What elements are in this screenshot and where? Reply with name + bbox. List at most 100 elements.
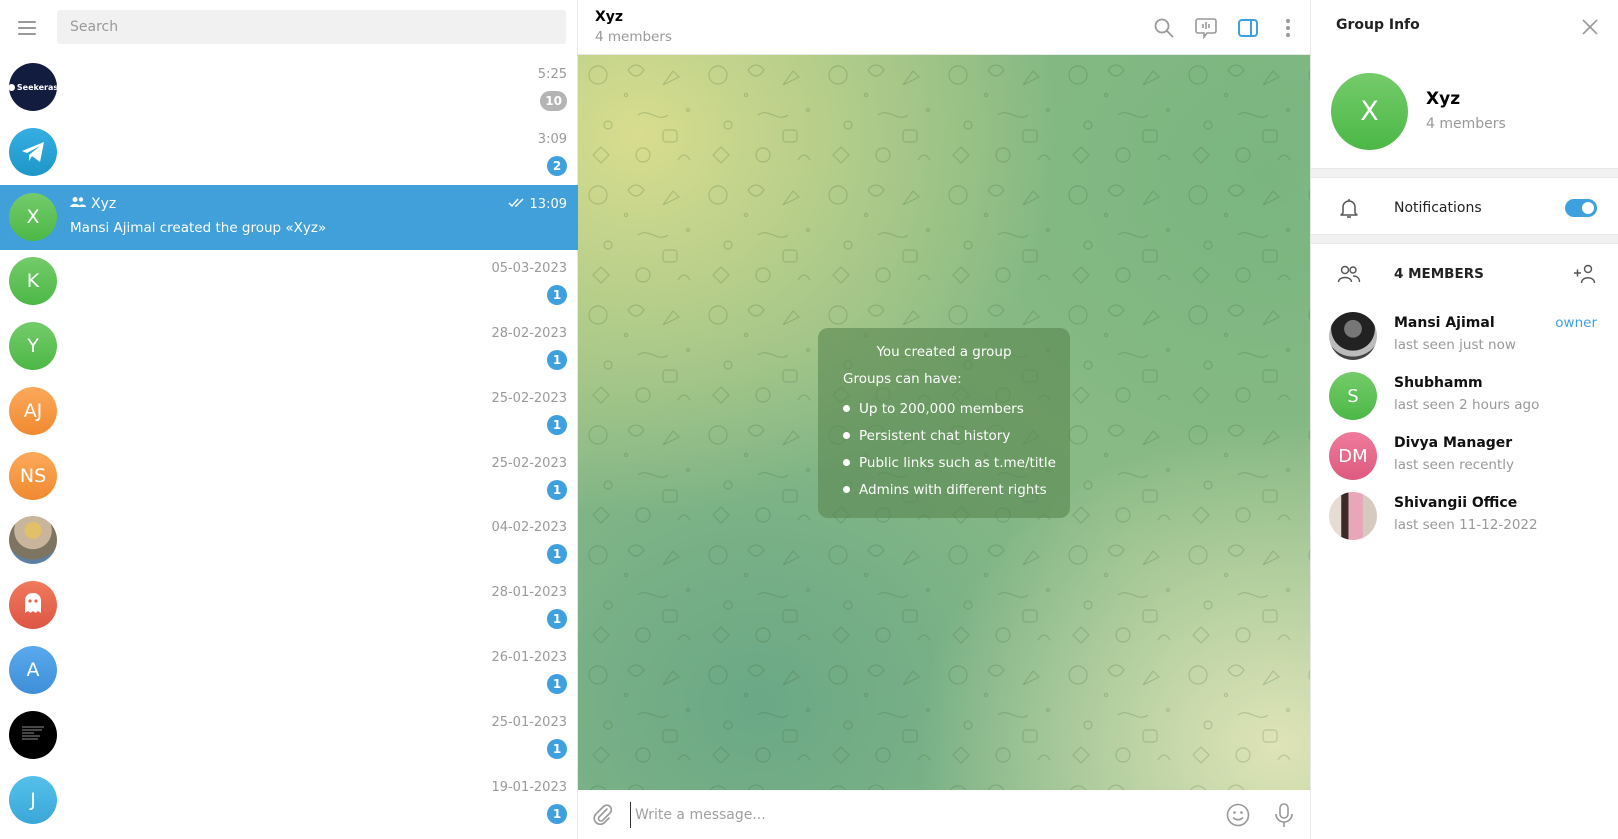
attach-paperclip-icon[interactable]: [590, 802, 616, 828]
chat-list-item[interactable]: Seekeras 5:25 10: [0, 55, 578, 120]
unread-badge: 1: [547, 674, 567, 694]
chat-time: 25-01-2023: [491, 715, 567, 730]
unread-badge: 1: [547, 350, 567, 370]
chat-time: 28-02-2023: [491, 326, 567, 341]
service-message-item: Up to 200,000 members: [818, 395, 1070, 422]
chat-panel: Xyz 4 members You created a group Groups…: [578, 0, 1310, 839]
telegram-logo-icon: [9, 128, 57, 176]
ghost-icon: [22, 591, 44, 620]
avatar: Y: [9, 322, 57, 370]
hamburger-menu-icon[interactable]: [16, 18, 38, 36]
section-divider: [1311, 168, 1618, 178]
unread-badge: 1: [547, 739, 567, 759]
member-item[interactable]: S Shubhamm last seen 2 hours ago: [1311, 366, 1618, 426]
notifications-label: Notifications: [1394, 200, 1482, 216]
service-item-text: Persistent chat history: [859, 427, 1011, 444]
member-name: Shivangii Office: [1394, 495, 1518, 511]
close-icon[interactable]: [1579, 16, 1601, 38]
group-member-count: 4 members: [1426, 116, 1506, 132]
unread-badge: 1: [547, 609, 567, 629]
unread-badge: 1: [547, 804, 567, 824]
add-member-icon[interactable]: [1573, 262, 1597, 286]
chat-time: 04-02-2023: [491, 520, 567, 535]
panel-title: Group Info: [1336, 17, 1420, 33]
chat-time-text: 13:09: [529, 197, 567, 212]
video-chat-icon[interactable]: [1194, 16, 1218, 40]
member-role: owner: [1555, 315, 1597, 331]
member-item[interactable]: Mansi Ajimal last seen just now owner: [1311, 306, 1618, 366]
chat-list-item[interactable]: 28-01-2023 1: [0, 573, 578, 638]
member-status: last seen recently: [1394, 457, 1515, 473]
text-image-avatar: [9, 711, 57, 759]
unread-badge: 2: [547, 156, 567, 176]
chat-name: Xyz: [70, 196, 116, 212]
avatar: X: [9, 193, 57, 241]
member-item[interactable]: Shivangii Office last seen 11-12-2022: [1311, 486, 1618, 546]
chat-list-item[interactable]: 3:09 2: [0, 120, 578, 185]
service-message-subtitle: Groups can have:: [843, 371, 962, 387]
chat-list-item[interactable]: A 26-01-2023 1: [0, 638, 578, 703]
member-item[interactable]: DM Divya Manager last seen recently: [1311, 426, 1618, 486]
member-avatar: DM: [1329, 432, 1377, 480]
bullet-icon: [843, 486, 850, 493]
service-message-item: Persistent chat history: [818, 422, 1070, 449]
chat-list-item[interactable]: Y 28-02-2023 1: [0, 314, 578, 379]
unread-badge: 1: [547, 544, 567, 564]
member-status: last seen 11-12-2022: [1394, 517, 1538, 533]
unread-badge: 1: [547, 480, 567, 500]
group-avatar[interactable]: X: [1331, 73, 1408, 150]
group-avatar-initial: X: [1360, 96, 1379, 127]
message-input[interactable]: [630, 802, 1190, 828]
chat-list-item[interactable]: 04-02-2023 1: [0, 508, 578, 573]
search-input[interactable]: [57, 10, 566, 44]
service-message-item: Admins with different rights: [818, 476, 1070, 503]
chat-time: 13:09: [508, 197, 567, 212]
chat-title[interactable]: Xyz: [595, 9, 623, 25]
avatar: K: [9, 257, 57, 305]
member-status: last seen just now: [1394, 337, 1516, 353]
chat-time: 25-02-2023: [491, 391, 567, 406]
emoji-icon[interactable]: [1225, 802, 1251, 828]
member-initials: S: [1347, 385, 1359, 407]
microphone-icon[interactable]: [1271, 802, 1297, 828]
chat-time: 05-03-2023: [491, 261, 567, 276]
avatar-initials: K: [26, 270, 40, 292]
chat-time: 3:09: [537, 132, 567, 147]
avatar: A: [9, 646, 57, 694]
chat-list-header: [0, 0, 577, 55]
chat-time: 25-02-2023: [491, 456, 567, 471]
members-header: 4 MEMBERS: [1394, 266, 1484, 282]
photo-avatar: [9, 516, 57, 564]
sidebar-toggle-icon[interactable]: [1236, 16, 1260, 40]
last-message: Mansi Ajimal created the group «Xyz»: [70, 220, 327, 236]
service-message-item: Public links such as t.me/title: [818, 449, 1070, 476]
unread-badge: 1: [547, 285, 567, 305]
avatar: NS: [9, 452, 57, 500]
more-vertical-icon[interactable]: [1276, 16, 1300, 40]
member-name: Divya Manager: [1394, 435, 1513, 451]
search-icon[interactable]: [1152, 16, 1176, 40]
member-initials: DM: [1338, 445, 1368, 467]
avatar: J: [9, 776, 57, 824]
notifications-toggle[interactable]: [1565, 199, 1597, 217]
avatar-label: Seekeras: [16, 82, 57, 92]
chat-subtitle: 4 members: [595, 29, 672, 45]
chat-list-panel: Seekeras 5:25 10 3:09 2 X Xyz Mansi Ajim…: [0, 0, 578, 839]
chat-list-item[interactable]: K 05-03-2023 1: [0, 249, 578, 314]
chat-list-item[interactable]: 25-01-2023 1: [0, 703, 578, 768]
deleted-account-avatar: [9, 581, 57, 629]
member-photo-avatar: [1329, 312, 1377, 360]
service-item-text: Up to 200,000 members: [859, 400, 1024, 417]
service-item-text: Admins with different rights: [859, 481, 1047, 498]
toggle-knob: [1580, 200, 1596, 216]
chat-list-item[interactable]: NS 25-02-2023 1: [0, 444, 578, 509]
group-info-panel: Group Info X Xyz 4 members Notifications…: [1310, 0, 1618, 839]
chat-time: 5:25: [537, 67, 567, 82]
chat-list-item-xyz[interactable]: X Xyz Mansi Ajimal created the group «Xy…: [0, 185, 578, 250]
chat-list-item[interactable]: AJ 25-02-2023 1: [0, 379, 578, 444]
service-message-title: You created a group: [876, 344, 1012, 360]
chat-background: You created a group Groups can have: Up …: [578, 55, 1310, 790]
bullet-icon: [843, 459, 850, 466]
service-message: You created a group Groups can have: Up …: [818, 328, 1070, 518]
chat-list-item[interactable]: J 19-01-2023 1: [0, 768, 578, 833]
